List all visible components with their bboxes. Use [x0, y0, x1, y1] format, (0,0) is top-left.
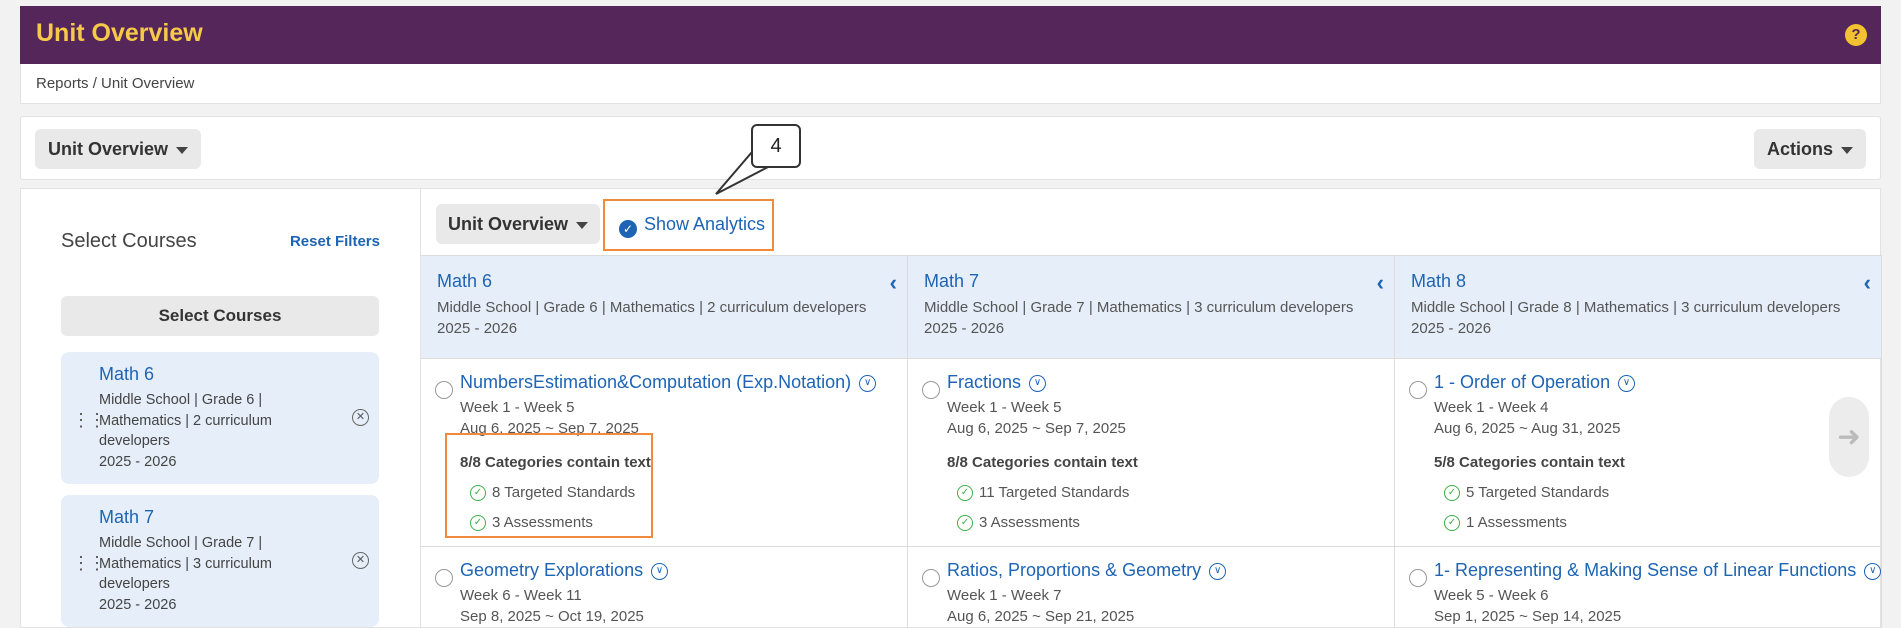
unit-name[interactable]: NumbersEstimation&Computation (Exp.Notat… [460, 372, 877, 393]
close-circle-icon[interactable]: ✕ [352, 552, 369, 569]
show-analytics-toggle[interactable]: ✓ Show Analytics [603, 199, 774, 251]
page-header: Unit Overview ? [20, 6, 1881, 64]
unit-cell: Geometry Explorations ∨ Week 6 - Week 11 … [421, 547, 908, 628]
course-filter-sidebar: Select Courses Reset Filters Select Cour… [21, 189, 421, 628]
selected-course-card[interactable]: ⋮⋮ Math 6 Middle School | Grade 6 | Math… [61, 352, 379, 484]
unit-dates: Sep 8, 2025 ~ Oct 19, 2025 [460, 608, 644, 625]
arrow-right-icon[interactable]: ➜ [1829, 397, 1869, 477]
unit-name[interactable]: 1- Representing & Making Sense of Linear… [1434, 560, 1882, 581]
unit-name[interactable]: Geometry Explorations ∨ [460, 560, 669, 581]
unit-name[interactable]: Ratios, Proportions & Geometry ∨ [947, 560, 1227, 581]
chevron-down-circle-icon[interactable]: ∨ [1618, 374, 1636, 392]
unit-cell: 1 - Order of Operation ∨ Week 1 - Week 4 … [1395, 359, 1882, 547]
unit-weeks: Week 5 - Week 6 [1434, 587, 1549, 604]
chevron-left-icon[interactable]: ‹ [1864, 270, 1871, 296]
course-meta: Middle School | Grade 6 | Mathematics | … [99, 392, 272, 470]
check-circle-icon: ✓ [957, 485, 973, 502]
course-name: Math 7 [99, 507, 155, 527]
report-view-dropdown[interactable]: Unit Overview [35, 129, 202, 169]
sidebar-heading: Select Courses [61, 230, 197, 252]
unit-weeks: Week 1 - Week 4 [1434, 399, 1549, 416]
course-column-header: Math 7 Middle School | Grade 7 | Mathema… [908, 255, 1395, 359]
unit-overview-dropdown[interactable]: Unit Overview [436, 204, 601, 244]
unit-cell: Fractions ∨ Week 1 - Week 5 Aug 6, 2025 ~… [908, 359, 1395, 547]
unit-cell: Ratios, Proportions & Geometry ∨ Week 1 -… [908, 547, 1395, 628]
actions-label: Actions [1766, 139, 1833, 159]
show-analytics-label: Show Analytics [644, 214, 766, 234]
unit-dates: Sep 1, 2025 ~ Sep 14, 2025 [1434, 608, 1622, 625]
check-circle-icon: ✓ [1444, 515, 1460, 532]
course-column-header: Math 8 Middle School | Grade 8 | Mathema… [1395, 255, 1882, 359]
selected-course-card[interactable]: ⋮⋮ Math 7 Middle School | Grade 7 | Math… [61, 495, 379, 627]
column-course-meta: Middle School | Grade 6 | Mathematics | … [437, 299, 867, 337]
page-title: Unit Overview [36, 19, 203, 47]
course-meta: Middle School | Grade 7 | Mathematics | … [99, 535, 272, 613]
unit-overview-content: Unit Overview ✓ Show Analytics Math 6 Mi… [421, 189, 1882, 628]
caret-down-icon [576, 221, 589, 229]
unit-select-radio[interactable] [435, 569, 453, 587]
unit-categories: 5/8 Categories contain text [1434, 454, 1625, 471]
select-courses-button[interactable]: Select Courses [61, 296, 379, 336]
course-name: Math 6 [99, 364, 155, 384]
column-course-name[interactable]: Math 7 [924, 271, 979, 292]
unit-select-radio[interactable] [435, 381, 453, 399]
chevron-down-circle-icon[interactable]: ∨ [859, 374, 877, 392]
column-course-name[interactable]: Math 8 [1411, 271, 1466, 292]
help-icon[interactable]: ? [1845, 24, 1867, 46]
chevron-left-icon[interactable]: ‹ [1377, 270, 1384, 296]
unit-select-radio[interactable] [922, 381, 940, 399]
unit-select-radio[interactable] [922, 569, 940, 587]
caret-down-icon [1841, 146, 1853, 154]
unit-select-radio[interactable] [1409, 381, 1427, 399]
caret-down-icon [176, 146, 189, 154]
chevron-down-circle-icon[interactable]: ∨ [1209, 562, 1227, 580]
unit-weeks: Week 1 - Week 7 [947, 587, 1062, 604]
reset-filters-link[interactable]: Reset Filters [290, 233, 380, 250]
unit-dates: Aug 6, 2025 ~ Aug 31, 2025 [1434, 420, 1621, 437]
unit-dates: Aug 6, 2025 ~ Sep 21, 2025 [947, 608, 1135, 625]
breadcrumb-bar: Reports / Unit Overview [20, 64, 1881, 104]
main-panel: Select Courses Reset Filters Select Cour… [20, 188, 1882, 628]
unit-assessments: ✓ 1 Assessments [1444, 514, 1567, 532]
close-circle-icon[interactable]: ✕ [352, 409, 369, 426]
unit-weeks: Week 6 - Week 11 [460, 587, 582, 604]
unit-overview-label: Unit Overview [448, 214, 569, 234]
unit-assessments: ✓ 3 Assessments [957, 514, 1080, 532]
unit-weeks: Week 1 - Week 5 [460, 399, 575, 416]
unit-name[interactable]: 1 - Order of Operation ∨ [1434, 372, 1636, 393]
chevron-down-circle-icon[interactable]: ∨ [1029, 374, 1047, 392]
unit-cell: 1- Representing & Making Sense of Linear… [1395, 547, 1882, 628]
report-view-label: Unit Overview [48, 139, 169, 159]
unit-select-radio[interactable] [1409, 569, 1427, 587]
checkbox-checked-icon: ✓ [619, 220, 637, 238]
unit-name[interactable]: Fractions ∨ [947, 372, 1047, 393]
column-course-meta: Middle School | Grade 7 | Mathematics | … [924, 299, 1354, 337]
unit-weeks: Week 1 - Week 5 [947, 399, 1062, 416]
unit-standards: ✓ 11 Targeted Standards [957, 484, 1129, 502]
column-course-meta: Middle School | Grade 8 | Mathematics | … [1411, 299, 1841, 337]
actions-dropdown[interactable]: Actions [1753, 129, 1866, 169]
unit-categories: 8/8 Categories contain text [947, 454, 1138, 471]
unit-dates: Aug 6, 2025 ~ Sep 7, 2025 [947, 420, 1126, 437]
check-circle-icon: ✓ [957, 515, 973, 532]
check-circle-icon: ✓ [1444, 485, 1460, 502]
breadcrumb[interactable]: Reports / Unit Overview [36, 75, 194, 92]
analytics-highlight-box [445, 433, 653, 538]
chevron-left-icon[interactable]: ‹ [890, 270, 897, 296]
unit-standards: ✓ 5 Targeted Standards [1444, 484, 1609, 502]
chevron-down-circle-icon[interactable]: ∨ [651, 562, 669, 580]
step-callout: 4 [751, 124, 801, 168]
report-toolbar: Unit Overview Actions [20, 116, 1881, 180]
chevron-down-circle-icon[interactable]: ∨ [1864, 562, 1882, 580]
column-course-name[interactable]: Math 6 [437, 271, 492, 292]
course-column-header: Math 6 Middle School | Grade 6 | Mathema… [421, 255, 908, 359]
